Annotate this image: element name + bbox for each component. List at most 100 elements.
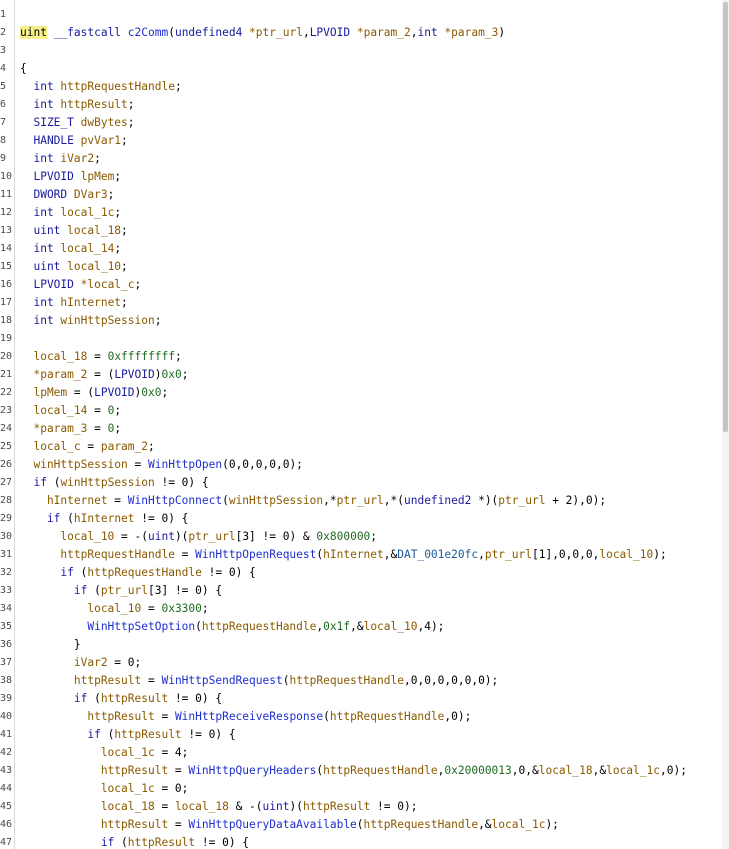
code-line[interactable]: 9 int iVar2; — [0, 150, 722, 168]
code-token[interactable]: ; — [175, 350, 182, 363]
code-token[interactable]: ; — [114, 206, 121, 219]
code-line[interactable]: 16 LPVOID *local_c; — [0, 276, 722, 294]
code-token[interactable]: int — [20, 242, 60, 255]
code-line[interactable]: 31 httpRequestHandle = WinHttpOpenReques… — [0, 546, 722, 564]
code-line[interactable]: 38 httpResult = WinHttpSendRequest(httpR… — [0, 672, 722, 690]
code-token[interactable]: 0x0 — [161, 368, 181, 381]
code-token[interactable]: )( — [175, 530, 188, 543]
code-line[interactable]: 46 httpResult = WinHttpQueryDataAvailabl… — [0, 816, 722, 834]
code-line[interactable]: 28 hInternet = WinHttpConnect(winHttpSes… — [0, 492, 722, 510]
code-line[interactable]: 24 *param_3 = 0; — [0, 420, 722, 438]
code-token[interactable]: = 0; — [108, 656, 141, 669]
code-text[interactable]: hInternet = WinHttpConnect(winHttpSessio… — [20, 492, 606, 510]
code-text[interactable]: int iVar2; — [20, 150, 100, 168]
code-token[interactable]: int — [20, 206, 60, 219]
code-text[interactable]: } — [20, 636, 81, 654]
code-token[interactable]: = — [168, 764, 188, 777]
code-token[interactable]: != 0) { — [135, 512, 188, 525]
code-token[interactable]: WinHttpReceiveResponse — [175, 710, 323, 723]
code-token[interactable]: 0x1f — [323, 620, 350, 633]
scrollbar-thumb[interactable] — [723, 2, 728, 432]
code-token[interactable]: if — [20, 476, 54, 489]
code-token[interactable]: c2Comm — [128, 26, 168, 39]
code-token[interactable]: *ptr_url — [249, 26, 303, 39]
code-token[interactable]: httpResult — [114, 728, 181, 741]
code-line[interactable]: 41 if (httpResult != 0) { — [0, 726, 722, 744]
code-token[interactable]: lpMem — [81, 170, 115, 183]
code-token[interactable]: httpResult — [20, 818, 168, 831]
code-token[interactable]: ,* — [323, 494, 336, 507]
code-token[interactable]: = — [81, 440, 101, 453]
code-text[interactable]: DWORD DVar3; — [20, 186, 114, 204]
code-token[interactable]: uint — [20, 224, 67, 237]
code-token[interactable]: } — [20, 638, 81, 651]
code-token[interactable]: ,0); — [660, 764, 687, 777]
code-token[interactable]: ; — [128, 116, 135, 129]
code-token[interactable]: *param_2 — [357, 26, 411, 39]
code-token[interactable]: ptr_url — [485, 548, 532, 561]
code-token[interactable]: ( — [94, 692, 101, 705]
code-token[interactable]: != 0) { — [182, 728, 235, 741]
code-token[interactable]: local_1c — [492, 818, 546, 831]
code-text[interactable]: iVar2 = 0; — [20, 654, 141, 672]
code-text[interactable]: if (httpResult != 0) { — [20, 690, 222, 708]
code-token[interactable]: if — [20, 566, 81, 579]
code-line[interactable]: 32 if (httpRequestHandle != 0) { — [0, 564, 722, 582]
code-token[interactable]: pvVar1 — [81, 134, 121, 147]
code-token[interactable]: DAT_001e20fc — [397, 548, 478, 561]
code-token[interactable]: [3] != 0) & — [236, 530, 317, 543]
code-token[interactable]: int — [20, 98, 60, 111]
code-token[interactable]: ; — [155, 314, 162, 327]
code-token[interactable]: uint — [263, 800, 290, 813]
code-token[interactable]: = — [155, 800, 175, 813]
code-token[interactable]: dwBytes — [81, 116, 128, 129]
code-token[interactable]: local_1c — [20, 782, 155, 795]
code-token[interactable]: if — [20, 584, 94, 597]
code-line[interactable]: 12 int local_1c; — [0, 204, 722, 222]
code-token[interactable]: = — [108, 494, 128, 507]
code-token[interactable]: undefined2 — [404, 494, 478, 507]
code-token[interactable]: int — [417, 26, 444, 39]
code-text[interactable]: local_1c = 4; — [20, 744, 189, 762]
code-token[interactable]: = — [175, 548, 195, 561]
code-text[interactable]: int httpResult; — [20, 96, 134, 114]
code-line[interactable]: 5 int httpRequestHandle; — [0, 78, 722, 96]
code-token[interactable]: WinHttpQueryDataAvailable — [188, 818, 356, 831]
code-token[interactable]: 0x20000013 — [444, 764, 511, 777]
code-text[interactable]: int hInternet; — [20, 294, 127, 312]
code-text[interactable]: httpResult = WinHttpQueryHeaders(httpReq… — [20, 762, 687, 780]
code-token[interactable]: local_10 — [599, 548, 653, 561]
code-token[interactable]: WinHttpSendRequest — [161, 674, 282, 687]
code-token[interactable]: undefined4 — [175, 26, 249, 39]
code-token[interactable]: ; — [175, 80, 182, 93]
code-line[interactable]: 35 WinHttpSetOption(httpRequestHandle,0x… — [0, 618, 722, 636]
code-token[interactable]: hInternet — [323, 548, 384, 561]
code-token[interactable]: ; — [121, 224, 128, 237]
code-token[interactable]: = 0; — [155, 782, 188, 795]
code-line[interactable]: 18 int winHttpSession; — [0, 312, 722, 330]
code-token[interactable]: LPVOID — [20, 278, 81, 291]
code-token[interactable]: local_10 — [20, 602, 141, 615]
code-token[interactable]: = — [87, 404, 107, 417]
code-text[interactable]: { — [20, 60, 27, 78]
code-token[interactable]: ); — [545, 818, 558, 831]
code-token[interactable]: param_2 — [101, 440, 148, 453]
code-line[interactable]: 3 — [0, 42, 722, 60]
code-line[interactable]: 8 HANDLE pvVar1; — [0, 132, 722, 150]
code-token[interactable]: = 4; — [155, 746, 188, 759]
code-text[interactable]: local_c = param_2; — [20, 438, 154, 456]
code-token[interactable]: ,& — [593, 764, 606, 777]
code-text[interactable]: int winHttpSession; — [20, 312, 161, 330]
code-text[interactable]: httpResult = WinHttpQueryDataAvailable(h… — [20, 816, 559, 834]
code-text[interactable]: int local_1c; — [20, 204, 121, 222]
code-token[interactable]: = — [87, 422, 107, 435]
code-token[interactable]: = — [141, 602, 161, 615]
code-line[interactable]: 14 int local_14; — [0, 240, 722, 258]
code-token[interactable]: httpResult — [60, 98, 127, 111]
code-line[interactable]: 43 httpResult = WinHttpQueryHeaders(http… — [0, 762, 722, 780]
code-text[interactable]: lpMem = (LPVOID)0x0; — [20, 384, 168, 402]
code-token[interactable]: ; — [202, 602, 209, 615]
code-token[interactable]: LPVOID — [114, 368, 154, 381]
code-token[interactable]: ); — [653, 548, 666, 561]
code-line[interactable]: 37 iVar2 = 0; — [0, 654, 722, 672]
